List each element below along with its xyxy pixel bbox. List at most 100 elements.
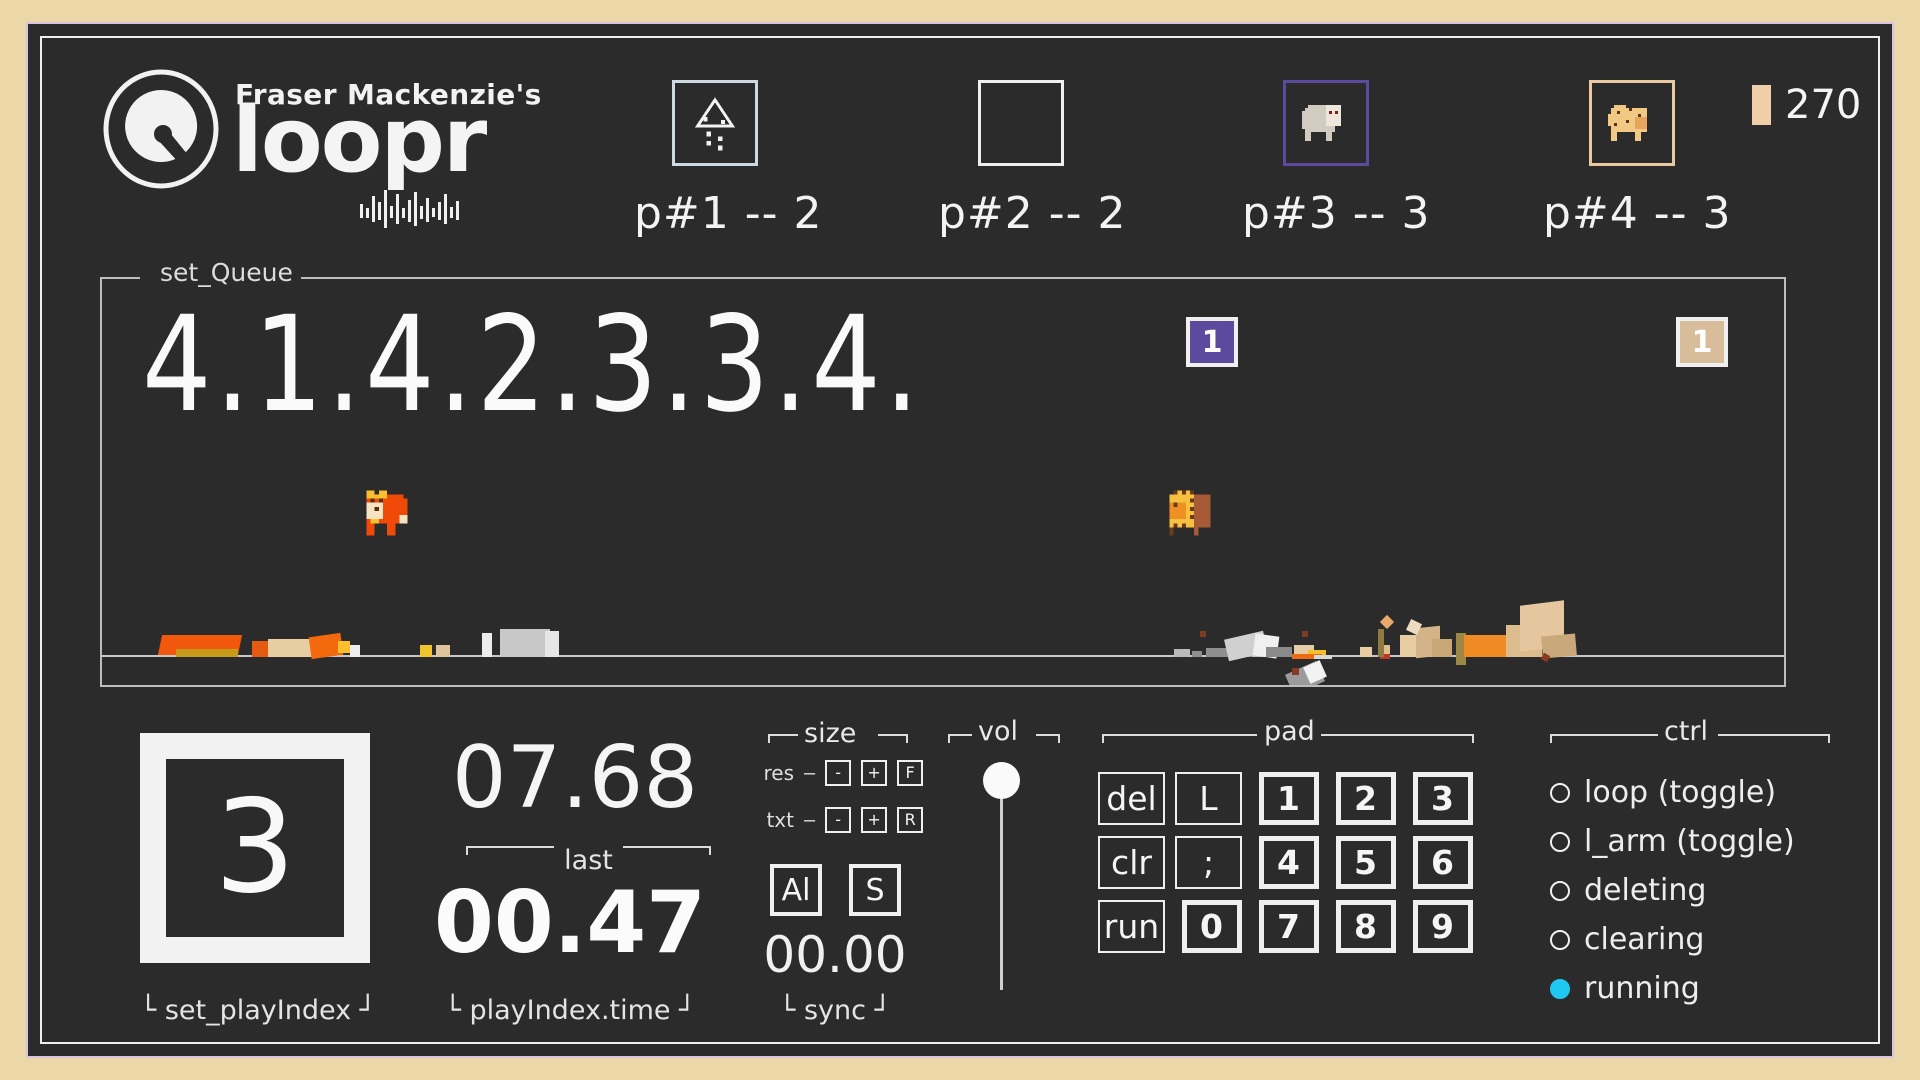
fox-sprite: [366, 490, 408, 536]
playindex-time-value: 00.47: [433, 873, 707, 973]
resource-counter: 270: [1752, 82, 1861, 128]
pad-key-3[interactable]: 3: [1412, 772, 1473, 825]
pad-key-clr[interactable]: clr: [1098, 836, 1165, 889]
pad-keypad: del L 1 2 3 clr ; 4 5 6 run 0 7 8 9: [1098, 772, 1479, 961]
debris-block: [420, 645, 432, 657]
dash-separator: –: [804, 808, 816, 831]
ctrl-group-title: ctrl: [1658, 716, 1715, 747]
queue-badge-purple: 1: [1186, 317, 1238, 367]
clearing-radio-icon[interactable]: [1550, 929, 1570, 950]
size-row-res: res – - + F: [752, 760, 924, 786]
sheep-sprite-icon: [1302, 105, 1341, 141]
top-pad-4[interactable]: [1589, 80, 1675, 166]
ctrl-item-loop[interactable]: loop (toggle): [1550, 768, 1795, 817]
counter-value: 270: [1785, 82, 1862, 128]
pad-key-semi[interactable]: ;: [1175, 836, 1242, 889]
size-group-title: size: [798, 718, 863, 749]
size-row-res-label: res: [763, 761, 794, 785]
debris-block: [1464, 635, 1508, 657]
pad-key-7[interactable]: 7: [1258, 900, 1319, 953]
loopr-logo-icon: [103, 69, 219, 189]
debris-block: [1379, 614, 1395, 630]
set-playindex-display[interactable]: 3: [140, 733, 370, 963]
ctrl-item-clearing-label: clearing: [1584, 922, 1705, 957]
top-pad-3-label: p#3 -- 3: [1242, 188, 1431, 239]
pad-key-del[interactable]: del: [1098, 772, 1165, 825]
top-pad-1-label: p#1 -- 2: [634, 188, 823, 239]
loop-radio-icon[interactable]: [1550, 782, 1570, 803]
debris-block: [338, 641, 350, 653]
res-minus-button[interactable]: -: [825, 760, 852, 786]
last-time-value: 07.68: [451, 728, 699, 828]
pad-key-9[interactable]: 9: [1412, 900, 1473, 953]
top-pad-3[interactable]: [1283, 80, 1369, 166]
ctrl-item-loop-label: loop (toggle): [1584, 775, 1777, 810]
deleting-radio-icon[interactable]: [1550, 880, 1570, 901]
ctrl-item-clearing[interactable]: clearing: [1550, 915, 1795, 964]
volume-slider-knob[interactable]: [983, 762, 1020, 799]
pad-key-2[interactable]: 2: [1335, 772, 1396, 825]
debris-block: [1432, 639, 1452, 657]
running-radio-icon[interactable]: [1550, 978, 1570, 999]
playindex-inner-well: 3: [166, 759, 344, 937]
debris-block: [545, 631, 559, 657]
debris-block: [1314, 655, 1332, 659]
debris-block: [252, 641, 268, 657]
res-fullscreen-button[interactable]: F: [897, 760, 924, 786]
tree-sprite-icon: [694, 97, 736, 151]
larm-radio-icon[interactable]: [1550, 831, 1570, 852]
hedgehog-sprite: [1169, 490, 1211, 536]
debris-block: [1360, 647, 1372, 657]
align-button[interactable]: Al: [770, 864, 822, 916]
ctrl-item-larm-label: l_arm (toggle): [1584, 824, 1795, 859]
debris-block: [1200, 631, 1206, 637]
top-pad-1[interactable]: [672, 80, 758, 166]
pad-key-0[interactable]: 0: [1181, 900, 1242, 953]
logo-wordmark: loopr: [232, 88, 487, 193]
queue-sequence-text: 4.1.4.2.3.3.4.: [142, 288, 923, 442]
debris-block: [1302, 631, 1308, 637]
pad-key-5[interactable]: 5: [1335, 836, 1396, 889]
app-logo: Fraser Mackenzie's loopr: [100, 68, 541, 228]
pad-key-4[interactable]: 4: [1258, 836, 1319, 889]
queue-panel[interactable]: 4.1.4.2.3.3.4. 1 1: [100, 277, 1786, 687]
queue-badge-tan: 1: [1676, 317, 1728, 367]
ctrl-item-deleting[interactable]: deleting: [1550, 866, 1795, 915]
ctrl-item-larm[interactable]: l_arm (toggle): [1550, 817, 1795, 866]
sync-caption: └ sync ┘: [779, 995, 891, 1026]
res-plus-button[interactable]: +: [861, 760, 888, 786]
pad-key-6[interactable]: 6: [1412, 836, 1473, 889]
txt-minus-button[interactable]: -: [825, 807, 852, 833]
debris-block: [1378, 629, 1384, 657]
pad-group-title: pad: [1258, 716, 1321, 747]
txt-reset-button[interactable]: R: [897, 807, 924, 833]
pad-key-run[interactable]: run: [1098, 900, 1165, 953]
app-root: Fraser Mackenzie's loopr p#1 -- 2 p#2 --…: [0, 0, 1920, 1080]
last-label: last: [564, 845, 613, 876]
top-pad-4-label: p#4 -- 3: [1543, 188, 1732, 239]
pad-key-8[interactable]: 8: [1335, 900, 1396, 953]
debris-block: [1266, 647, 1292, 657]
pad-key-l[interactable]: L: [1175, 772, 1242, 825]
pad-key-1[interactable]: 1: [1258, 772, 1319, 825]
debris-block: [436, 645, 450, 657]
sync-button[interactable]: S: [849, 864, 901, 916]
top-pad-2-label: p#2 -- 2: [938, 188, 1127, 239]
ctrl-item-deleting-label: deleting: [1584, 873, 1707, 908]
top-pad-2[interactable]: [978, 80, 1064, 166]
waveform-icon: [360, 190, 459, 228]
playindex-value: 3: [214, 773, 296, 922]
debris-block: [350, 645, 360, 657]
counter-bar-icon: [1752, 85, 1771, 125]
debris-block: [1174, 649, 1190, 657]
debris-block: [1192, 651, 1202, 657]
pig-sprite-icon: [1608, 105, 1647, 141]
vol-group-title: vol: [972, 716, 1024, 747]
set-playindex-caption: └ set_playIndex ┘: [140, 995, 376, 1026]
debris-block: [1292, 668, 1299, 675]
size-row-txt-label: txt: [766, 808, 794, 832]
debris-block: [482, 633, 492, 657]
ctrl-item-running[interactable]: running: [1550, 964, 1795, 1013]
sync-value: 00.00: [763, 926, 907, 984]
txt-plus-button[interactable]: +: [861, 807, 888, 833]
